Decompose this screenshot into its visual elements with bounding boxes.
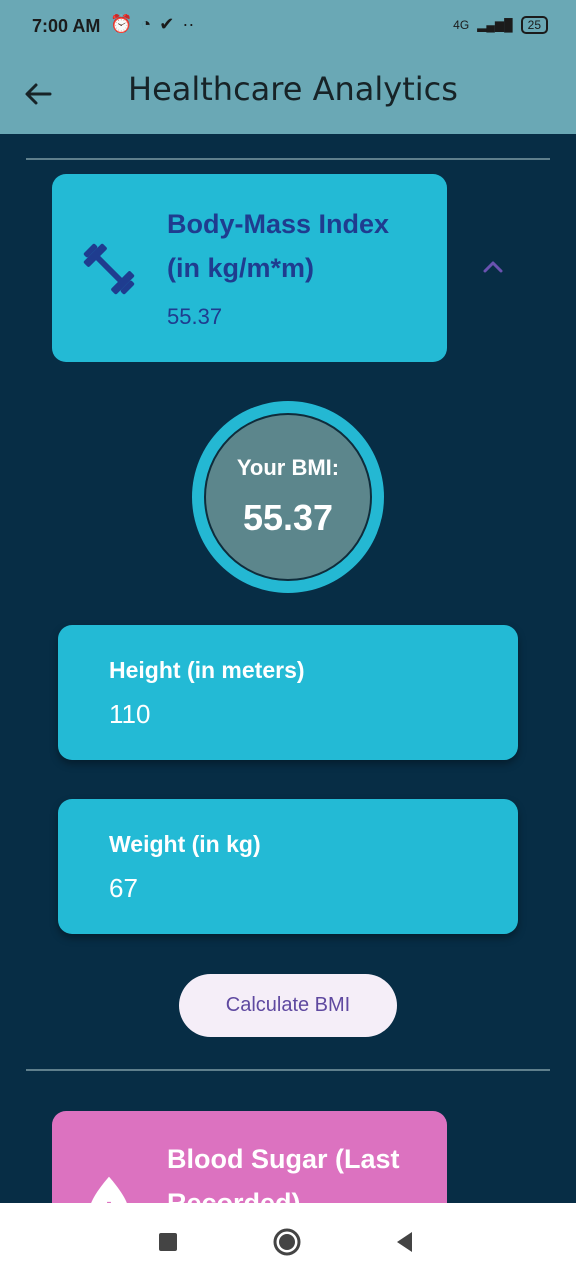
bmi-result-circle: Your BMI: 55.37 xyxy=(204,413,372,581)
back-arrow-icon[interactable] xyxy=(18,74,58,114)
weight-field-card[interactable]: Weight (in kg) xyxy=(58,799,518,934)
network-type: 4G xyxy=(453,18,470,32)
status-bar: 7:00 AM ⏰ ◔ ✔ ·· 4G ▂▄▆█ 25 xyxy=(0,0,576,56)
bmi-result-ring: Your BMI: 55.37 xyxy=(192,401,384,593)
chevron-up-icon[interactable] xyxy=(478,252,508,282)
bmi-card-value: 55.37 xyxy=(167,304,223,329)
bmi-card[interactable]: Body-Mass Index (in kg/m*m) 55.37 xyxy=(52,174,447,362)
notification-icons: ⏰ ◔ ✔ ·· xyxy=(110,14,194,35)
dumbbell-icon xyxy=(83,243,135,295)
system-navigation-bar xyxy=(0,1203,576,1280)
height-field-label: Height (in meters) xyxy=(109,657,305,683)
back-triangle-icon[interactable] xyxy=(390,1227,420,1257)
whatsapp-icon: ◔ xyxy=(140,14,152,34)
download-done-icon: ✔ xyxy=(159,14,175,34)
section-divider xyxy=(26,1069,550,1071)
bmi-result-value: 55.37 xyxy=(242,497,334,538)
weight-field-label: Weight (in kg) xyxy=(109,831,261,857)
system-icons: 4G ▂▄▆█ 25 xyxy=(453,16,548,34)
height-field-card[interactable]: Height (in meters) xyxy=(58,625,518,760)
section-divider xyxy=(26,158,550,160)
page-title: Healthcare Analytics xyxy=(128,70,458,108)
recents-square-icon[interactable] xyxy=(153,1227,183,1257)
calculate-bmi-button[interactable]: Calculate BMI xyxy=(179,974,397,1037)
weight-input[interactable] xyxy=(109,873,459,904)
app-bar: Healthcare Analytics xyxy=(0,56,576,134)
alarm-icon: ⏰ xyxy=(110,14,133,34)
bmi-result-label: Your BMI: xyxy=(236,455,340,480)
battery-icon: 25 xyxy=(520,16,548,34)
height-input[interactable] xyxy=(109,699,459,730)
status-time: 7:00 AM xyxy=(32,16,101,36)
home-circle-icon[interactable] xyxy=(272,1227,302,1257)
bmi-card-title: Body-Mass Index (in kg/m*m) xyxy=(167,209,390,283)
more-notifications-icon: ·· xyxy=(182,14,195,34)
signal-icon: ▂▄▆█ xyxy=(477,18,513,32)
